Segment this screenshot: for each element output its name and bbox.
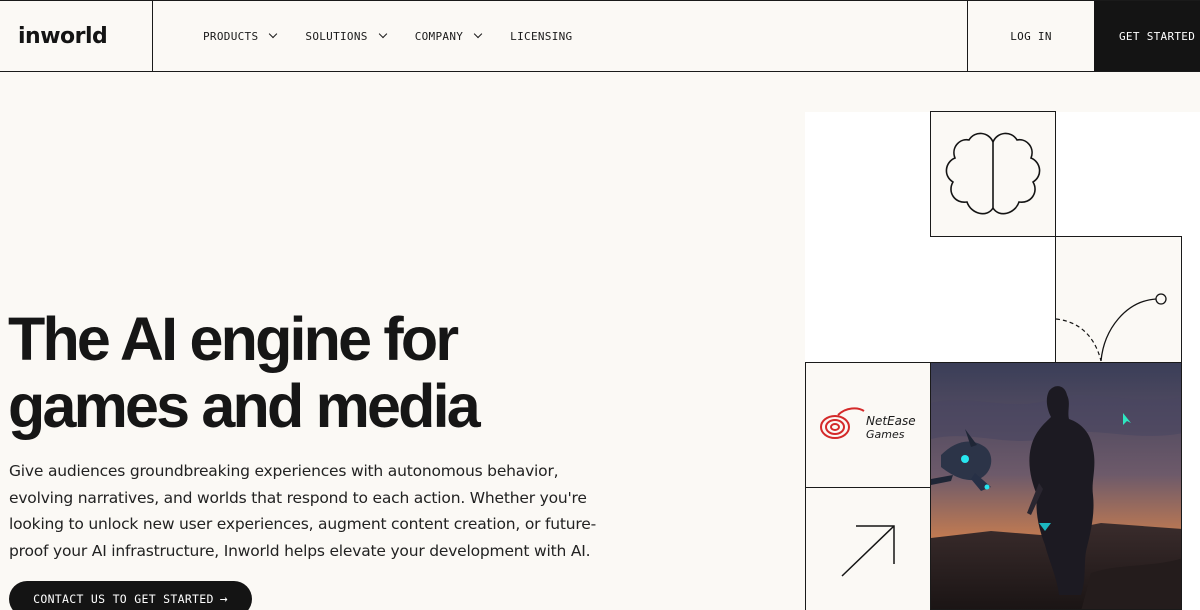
site-header: inworld PRODUCTS SOLUTIONS COMPANY LICEN…	[0, 0, 1200, 72]
inworld-logo: inworld	[18, 23, 108, 49]
netease-text-2: Games	[866, 428, 905, 441]
arrow-up-right-icon	[841, 525, 895, 577]
login-label: LOG IN	[1010, 29, 1052, 43]
nav-products[interactable]: PRODUCTS	[203, 29, 278, 43]
chevron-down-icon	[269, 29, 278, 39]
get-started-button[interactable]: GET STARTED	[1094, 1, 1200, 71]
arrow-tile	[805, 487, 931, 610]
curve-tile	[1055, 236, 1182, 363]
curve-arc-icon	[1055, 293, 1167, 362]
game-screenshot	[930, 362, 1182, 610]
netease-logo: NetEase Games	[820, 407, 916, 441]
nav-products-label: PRODUCTS	[203, 29, 259, 43]
chevron-down-icon	[473, 29, 483, 39]
hero-subtext: Give audiences groundbreaking experience…	[9, 462, 596, 560]
brain-icon	[945, 132, 1041, 215]
netease-tile: NetEase Games	[805, 362, 931, 488]
cta-label: CONTACT US TO GET STARTED	[33, 592, 214, 606]
arrow-right-icon: →	[219, 591, 228, 607]
logo-link[interactable]: inworld	[0, 1, 153, 71]
nav-licensing-label: LICENSING	[510, 29, 573, 43]
nav-licensing[interactable]: LICENSING	[510, 30, 572, 43]
main-nav: PRODUCTS SOLUTIONS COMPANY LICENSING	[153, 1, 967, 71]
hero-headline-line2: games and media	[8, 372, 481, 440]
brain-tile	[930, 111, 1056, 237]
nav-company-label: COMPANY	[414, 29, 464, 43]
nav-solutions-label: SOLUTIONS	[305, 29, 368, 43]
nav-solutions[interactable]: SOLUTIONS	[305, 29, 387, 43]
chevron-down-icon	[378, 29, 387, 39]
hero-headline: The AI engine for games and media	[8, 306, 568, 440]
contact-cta-button[interactable]: CONTACT US TO GET STARTED →	[9, 581, 252, 610]
nav-company[interactable]: COMPANY	[414, 29, 483, 43]
netease-text-1: NetEase	[866, 414, 916, 428]
hero-headline-line1: The AI engine for	[8, 305, 459, 373]
login-button[interactable]: LOG IN	[967, 1, 1094, 71]
get-started-label: GET STARTED	[1119, 29, 1196, 43]
